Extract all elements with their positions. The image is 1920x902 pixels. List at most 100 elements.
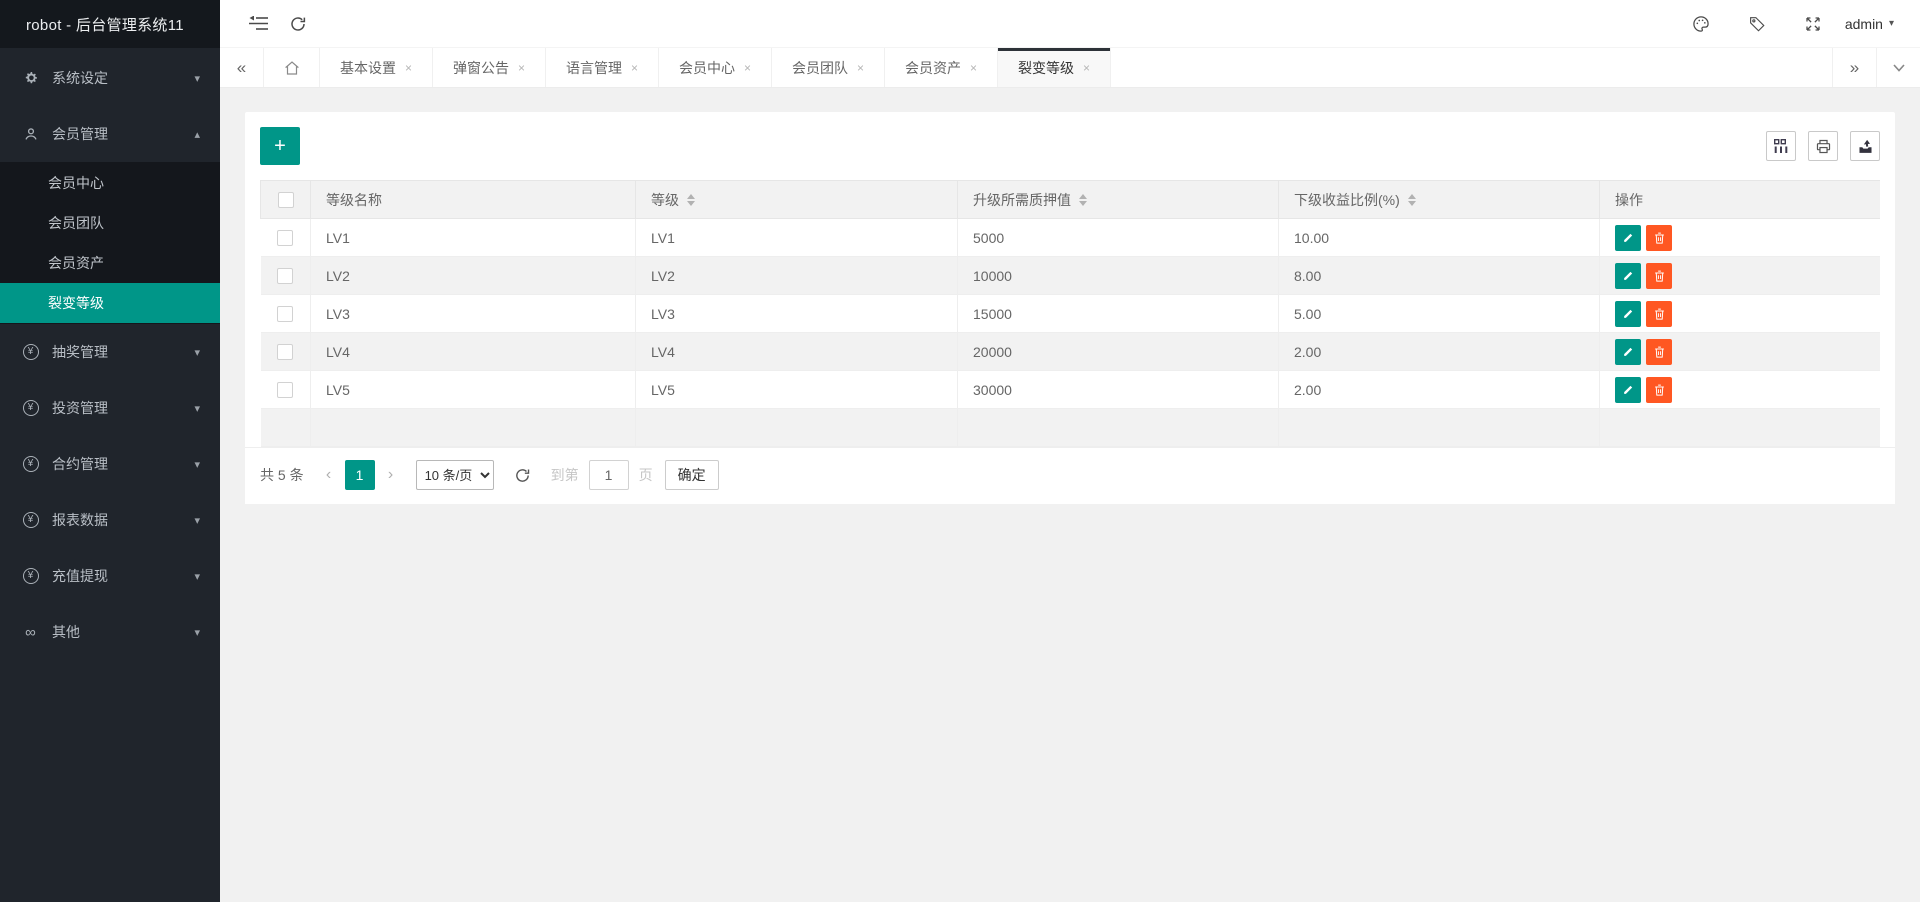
edit-button[interactable] xyxy=(1615,224,1641,251)
app-title: robot - 后台管理系统11 xyxy=(0,0,220,48)
cell-pledge: 20000 xyxy=(957,332,1279,371)
theme-button[interactable] xyxy=(1673,0,1729,48)
table-card: + 等级名称 等级 升级所需质押值 下级收益比例(%) 操作 LV1 LV1 5… xyxy=(245,112,1895,504)
tag-button[interactable] xyxy=(1729,0,1785,48)
tabs-scroll-left-button[interactable]: « xyxy=(220,48,264,87)
delete-button[interactable] xyxy=(1646,262,1672,289)
sidebar-item-recharge-withdraw[interactable]: ¥ 充值提现 ▾ xyxy=(0,548,220,604)
user-icon xyxy=(22,126,39,143)
tab-label: 语言管理 xyxy=(565,59,622,76)
delete-button[interactable] xyxy=(1646,338,1672,365)
sidebar-item-member-team[interactable]: 会员团队 xyxy=(0,203,220,243)
sidebar-item-system-settings[interactable]: 系统设定 ▾ xyxy=(0,50,220,106)
palette-icon xyxy=(1693,15,1709,32)
filter-columns-button[interactable] xyxy=(1766,131,1796,161)
refresh-button[interactable] xyxy=(278,0,318,48)
yuan-icon: ¥ xyxy=(22,456,39,473)
collapse-sidebar-button[interactable] xyxy=(238,0,278,48)
sidebar-item-fission-level[interactable]: 裂变等级 xyxy=(0,283,220,323)
goto-page-input[interactable] xyxy=(588,460,629,490)
close-icon[interactable]: × xyxy=(405,61,412,75)
close-icon[interactable]: × xyxy=(518,61,525,75)
edit-button[interactable] xyxy=(1615,300,1641,327)
link-icon: ∞ xyxy=(25,623,36,641)
tag-icon xyxy=(1749,16,1765,32)
tab-popup-announcement[interactable]: 弹窗公告 × xyxy=(433,48,546,87)
confirm-button[interactable]: 确定 xyxy=(664,460,719,490)
sidebar-item-lottery-management[interactable]: ¥ 抽奖管理 ▾ xyxy=(0,324,220,380)
close-icon[interactable]: × xyxy=(970,61,977,75)
close-icon[interactable]: × xyxy=(857,61,864,75)
delete-button[interactable] xyxy=(1646,300,1672,327)
fullscreen-button[interactable] xyxy=(1785,0,1841,48)
sidebar-item-investment-management[interactable]: ¥ 投资管理 ▾ xyxy=(0,380,220,436)
table-toolbar: + xyxy=(260,127,1880,165)
sidebar-item-label: 会员管理 xyxy=(52,126,108,142)
sidebar-item-label: 系统设定 xyxy=(52,70,108,86)
home-tab[interactable] xyxy=(264,48,320,87)
page-size-select[interactable]: 10 条/页 xyxy=(415,460,494,490)
cell-level: LV2 xyxy=(635,256,958,295)
row-checkbox[interactable] xyxy=(277,344,294,361)
cell-name: LV1 xyxy=(310,218,636,257)
sidebar-item-report-data[interactable]: ¥ 报表数据 ▾ xyxy=(0,492,220,548)
sidebar-item-other[interactable]: ∞ 其他 ▾ xyxy=(0,604,220,660)
delete-button[interactable] xyxy=(1646,224,1672,251)
print-button[interactable] xyxy=(1808,131,1838,161)
sidebar-item-member-assets[interactable]: 会员资产 xyxy=(0,243,220,283)
row-checkbox[interactable] xyxy=(277,382,294,399)
tab-label: 基本设置 xyxy=(339,59,396,76)
tab-label: 会员团队 xyxy=(791,59,848,76)
prev-page-button[interactable]: ‹ xyxy=(316,460,342,490)
tabbar-spacer xyxy=(1111,48,1832,87)
pencil-icon xyxy=(1623,347,1632,356)
next-page-button[interactable]: › xyxy=(378,460,404,490)
sidebar-item-member-center[interactable]: 会员中心 xyxy=(0,163,220,203)
sort-control[interactable] xyxy=(687,193,695,206)
pencil-icon xyxy=(1623,385,1632,394)
current-page-button[interactable]: 1 xyxy=(344,460,375,490)
export-button[interactable] xyxy=(1850,131,1880,161)
refresh-icon xyxy=(515,468,529,482)
gear-icon xyxy=(22,70,39,87)
tab-member-assets[interactable]: 会员资产 × xyxy=(885,48,998,87)
print-icon xyxy=(1816,139,1830,153)
home-icon xyxy=(284,60,299,75)
cell-level: LV1 xyxy=(635,218,958,257)
cell-name: LV3 xyxy=(310,294,636,333)
tab-label: 裂变等级 xyxy=(1017,59,1074,76)
tab-member-team[interactable]: 会员团队 × xyxy=(772,48,885,87)
close-icon[interactable]: × xyxy=(744,61,751,75)
sort-control[interactable] xyxy=(1079,193,1087,206)
tab-member-center[interactable]: 会员中心 × xyxy=(659,48,772,87)
close-icon[interactable]: × xyxy=(631,61,638,75)
edit-button[interactable] xyxy=(1615,376,1641,403)
add-button[interactable]: + xyxy=(260,127,300,165)
member-submenu: 会员中心 会员团队 会员资产 裂变等级 xyxy=(0,162,220,324)
tab-basic-settings[interactable]: 基本设置 × xyxy=(320,48,433,87)
edit-button[interactable] xyxy=(1615,338,1641,365)
select-all-checkbox[interactable] xyxy=(277,192,294,209)
chevron-down-icon: ▾ xyxy=(194,72,200,85)
edit-button[interactable] xyxy=(1615,262,1641,289)
chevron-down-icon: ▾ xyxy=(194,346,200,359)
cell-ratio: 2.00 xyxy=(1278,332,1600,371)
row-checkbox[interactable] xyxy=(277,230,294,247)
close-icon[interactable]: × xyxy=(1083,61,1090,75)
tabs-menu-button[interactable] xyxy=(1876,48,1920,87)
sidebar-item-label: 抽奖管理 xyxy=(52,344,108,360)
sidebar-item-member-management[interactable]: 会员管理 ▴ xyxy=(0,106,220,162)
refresh-table-button[interactable] xyxy=(514,467,531,484)
tab-language-management[interactable]: 语言管理 × xyxy=(546,48,659,87)
col-header-level: 等级 xyxy=(635,180,958,219)
sidebar-item-contract-management[interactable]: ¥ 合约管理 ▾ xyxy=(0,436,220,492)
row-checkbox[interactable] xyxy=(277,268,294,285)
cell-name: LV2 xyxy=(310,256,636,295)
delete-button[interactable] xyxy=(1646,376,1672,403)
row-checkbox[interactable] xyxy=(277,306,294,323)
sort-control[interactable] xyxy=(1407,193,1416,206)
sidebar: robot - 后台管理系统11 系统设定 ▾ 会员管理 ▴ 会员中心 会员团队… xyxy=(0,0,220,902)
user-menu[interactable]: admin ▾ xyxy=(1841,16,1894,32)
tabs-scroll-right-button[interactable]: » xyxy=(1832,48,1876,87)
tab-fission-level[interactable]: 裂变等级 × xyxy=(998,48,1111,87)
